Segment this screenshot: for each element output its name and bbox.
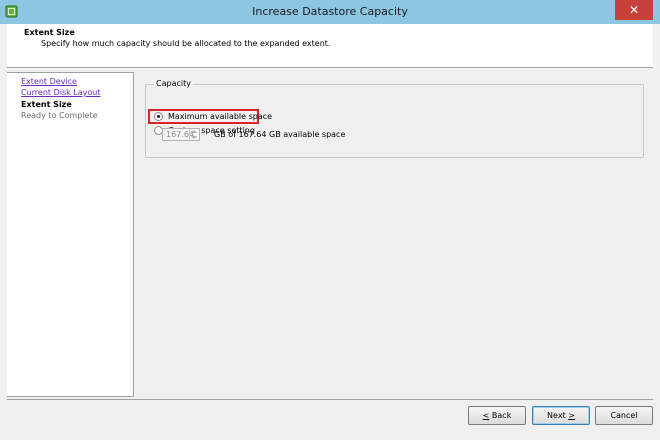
radio-maximum-space[interactable]: Maximum available space bbox=[154, 112, 272, 121]
step-extent-device[interactable]: Extent Device bbox=[21, 77, 77, 86]
dialog-window: Increase Datastore Capacity ✕ Extent Siz… bbox=[0, 0, 660, 440]
step-current-disk-layout[interactable]: Current Disk Layout bbox=[21, 88, 101, 97]
back-button[interactable]: < Back bbox=[468, 406, 526, 425]
window-title: Increase Datastore Capacity bbox=[252, 5, 408, 18]
capacity-group-label: Capacity bbox=[154, 79, 193, 88]
step-extent-size: Extent Size bbox=[21, 100, 72, 109]
back-label: Back bbox=[489, 411, 512, 420]
step-ready-to-complete: Ready to Complete bbox=[21, 111, 98, 120]
wizard-steps-nav: Extent Device Current Disk Layout Extent… bbox=[7, 72, 134, 397]
next-mnemonic: > bbox=[568, 411, 575, 420]
cancel-button[interactable]: Cancel bbox=[595, 406, 653, 425]
close-button[interactable]: ✕ bbox=[615, 0, 653, 20]
next-label: Next bbox=[547, 411, 569, 420]
title-bar[interactable]: Increase Datastore Capacity ✕ bbox=[0, 0, 660, 24]
wizard-header: Extent Size Specify how much capacity sh… bbox=[7, 24, 653, 68]
wizard-body: Extent Device Current Disk Layout Extent… bbox=[7, 68, 653, 399]
stepper-arrows[interactable] bbox=[189, 129, 199, 140]
wizard-footer: < Back Next > Cancel bbox=[7, 399, 653, 436]
wizard-content: Capacity Maximum available space Custom … bbox=[134, 72, 653, 397]
stepper-up-icon[interactable] bbox=[191, 130, 197, 133]
custom-size-stepper[interactable]: 167.64 bbox=[162, 128, 200, 141]
custom-size-suffix: GB of 167.64 GB available space bbox=[214, 130, 346, 139]
radio-maximum-space-label[interactable]: Maximum available space bbox=[168, 112, 272, 121]
page-title: Extent Size bbox=[24, 28, 75, 37]
radio-maximum-space-button[interactable] bbox=[154, 112, 163, 121]
stepper-down-icon[interactable] bbox=[191, 136, 197, 139]
next-button[interactable]: Next > bbox=[532, 406, 590, 425]
close-icon[interactable]: ✕ bbox=[629, 3, 639, 17]
page-description: Specify how much capacity should be allo… bbox=[41, 39, 331, 48]
capacity-groupbox: Capacity Maximum available space Custom … bbox=[145, 79, 644, 158]
